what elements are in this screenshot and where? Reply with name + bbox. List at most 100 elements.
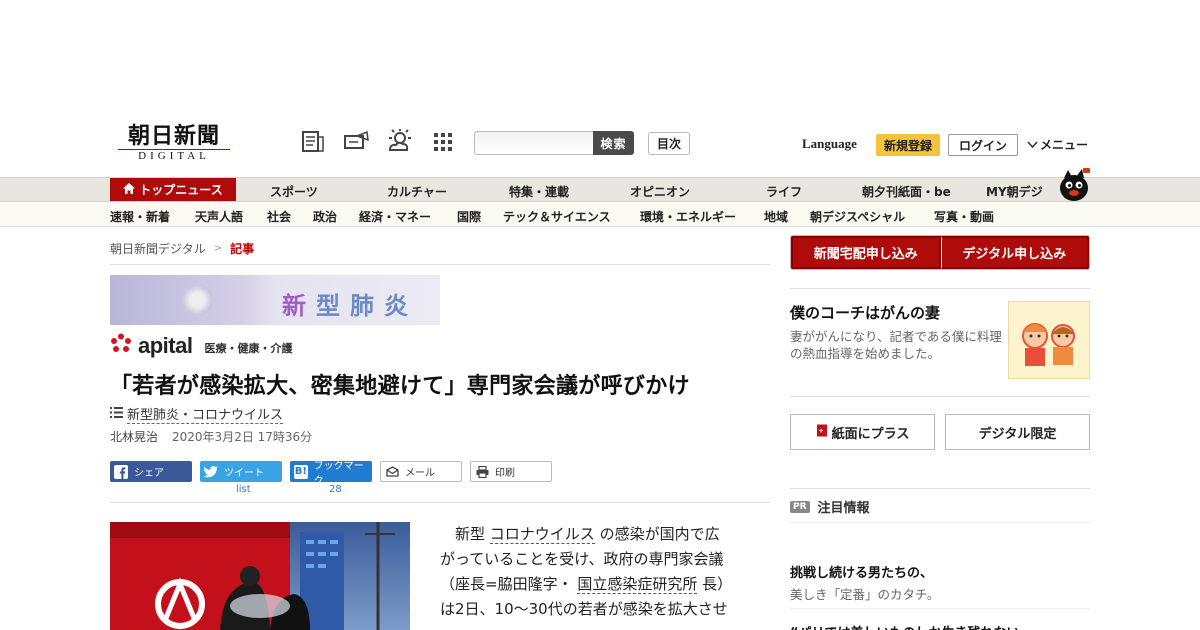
nav-item-culture[interactable]: カルチャー — [387, 183, 447, 200]
twitter-share-button[interactable]: ツイート — [200, 461, 282, 482]
login-button[interactable]: ログイン — [948, 134, 1018, 156]
nav-item-opinion[interactable]: オピニオン — [630, 183, 690, 200]
hatena-bookmark-label: ブックマーク — [313, 460, 364, 487]
subscribe-paper-button[interactable]: 新聞宅配申し込み — [791, 236, 941, 269]
apital-flower-icon — [110, 333, 132, 357]
toc-button[interactable]: 目次 — [648, 132, 690, 155]
paper-plus-button[interactable]: + 紙面にプラス — [790, 414, 935, 450]
hatena-bookmark-button[interactable]: B! ブックマーク — [290, 461, 372, 487]
menu-label: メニュー — [1040, 138, 1089, 152]
svg-text:+: + — [819, 428, 823, 435]
facebook-icon — [114, 464, 128, 479]
nav-item-sports[interactable]: スポーツ — [270, 183, 318, 200]
nav-item-features[interactable]: 特集・連載 — [509, 183, 569, 200]
article-date: 2020年3月2日 17時36分 — [172, 430, 313, 444]
nav-item-life[interactable]: ライフ — [766, 183, 802, 200]
breadcrumb-separator-icon: > — [213, 243, 223, 254]
article-author: 北林晃治 — [110, 430, 159, 444]
article-byline: 北林晃治 2020年3月2日 17時36分 — [110, 428, 312, 445]
ticket-icon[interactable] — [343, 128, 370, 155]
print-label: 印刷 — [495, 468, 515, 479]
logo-sub-text: DIGITAL — [118, 149, 230, 163]
subnav-item-photo[interactable]: 写真・動画 — [934, 208, 994, 225]
divider — [790, 396, 1090, 397]
virus-illustration-icon — [180, 283, 214, 317]
subnav-item-breaking[interactable]: 速報・新着 — [110, 208, 170, 225]
article-body: 新型 コロナウイルス の感染が国内で広 がっていることを受け、政府の専門家会議 … — [440, 522, 760, 622]
article-body-line: 新型 コロナウイルス の感染が国内で広 — [440, 525, 720, 544]
mail-icon — [385, 465, 399, 479]
hatena-bookmark-count[interactable]: 28 — [329, 484, 342, 495]
subnav-item-politics[interactable]: 政治 — [313, 208, 337, 225]
newspaper-icon[interactable] — [300, 128, 327, 155]
breadcrumb: 朝日新聞デジタル > 記事 — [110, 240, 254, 257]
menu-button[interactable]: メニュー — [1027, 136, 1088, 153]
subnav-item-society[interactable]: 社会 — [267, 208, 291, 225]
subscribe-digital-button[interactable]: デジタル申し込み — [940, 236, 1089, 269]
breadcrumb-current: 記事 — [230, 242, 255, 256]
share-bar: シェア ツイート B! ブックマーク メール 印刷 — [110, 461, 552, 487]
subnav-item-tech[interactable]: テック＆サイエンス — [503, 208, 611, 225]
subnav-item-special[interactable]: 朝デジスペシャル — [810, 208, 905, 225]
apital-logo[interactable]: apital 医療・健康・介護 — [110, 333, 292, 357]
language-link[interactable]: Language — [802, 136, 857, 152]
register-button[interactable]: 新規登録 — [876, 134, 940, 156]
nav-top-news-label: トップニュース — [139, 183, 223, 197]
chevron-down-icon — [1027, 138, 1038, 152]
subnav-item-environment[interactable]: 環境・エネルギー — [640, 208, 736, 225]
twitter-share-count[interactable]: list — [236, 484, 251, 495]
divider — [110, 264, 770, 265]
twitter-share-label: ツイート — [224, 468, 264, 479]
divider — [790, 488, 1090, 489]
printer-icon — [475, 465, 489, 479]
breadcrumb-home[interactable]: 朝日新聞デジタル — [110, 240, 206, 257]
pr-item-title[interactable]: 挑戦し続ける男たちの、 — [790, 562, 933, 581]
main-nav: トップニュース スポーツ カルチャー 特集・連載 オピニオン ライフ 朝夕刊紙面… — [0, 177, 1200, 202]
pr-heading-label: 注目情報 — [817, 501, 870, 516]
search-button[interactable]: 検索 — [593, 131, 634, 155]
article-body-line: がっていることを受け、政府の専門家会議 — [440, 550, 724, 568]
pr-badge: PR — [790, 500, 810, 513]
pr-section-heading: PR 注目情報 — [790, 497, 870, 516]
pr-item-description: 美しき「定番」のカタチ。 — [790, 587, 940, 602]
feature-illustration[interactable] — [1008, 301, 1090, 379]
digital-only-button[interactable]: デジタル限定 — [945, 414, 1090, 450]
header-icon-bar — [300, 128, 456, 155]
divider — [110, 502, 770, 503]
mail-share-label: メール — [405, 468, 435, 479]
article-headline: 「若者が感染拡大、密集地避けて」専門家会議が呼びかけ — [110, 374, 690, 399]
apital-wordmark: apital — [138, 333, 193, 358]
article-photo[interactable] — [110, 522, 410, 630]
nav-item-my-asadeji[interactable]: MY朝デジ — [986, 183, 1043, 200]
article-body-line: （座長=脇田隆字・ 国立感染症研究所 長） — [440, 575, 733, 594]
subnav-item-economy[interactable]: 経済・マネー — [359, 208, 431, 225]
facebook-share-button[interactable]: シェア — [110, 461, 192, 482]
mail-share-button[interactable]: メール — [380, 461, 462, 482]
subscribe-buttons: 新聞宅配申し込み デジタル申し込み — [790, 235, 1090, 270]
home-icon — [123, 182, 136, 197]
mascot-icon — [1056, 166, 1092, 202]
site-logo[interactable]: 朝日新聞 DIGITAL — [118, 124, 230, 163]
weather-icon[interactable] — [386, 128, 413, 155]
article-tag-link[interactable]: 新型肺炎・コロナウイルス — [127, 404, 284, 424]
feature-title[interactable]: 僕のコーチはがんの妻 — [790, 302, 940, 323]
subnav-item-region[interactable]: 地域 — [764, 208, 788, 225]
apps-grid-icon[interactable] — [429, 128, 456, 155]
plus-paper-icon: + — [816, 424, 828, 441]
print-button[interactable]: 印刷 — [470, 461, 552, 482]
nav-item-paper[interactable]: 朝夕刊紙面・be — [862, 183, 951, 200]
nav-top-news[interactable]: トップニュース — [110, 178, 236, 201]
twitter-icon — [204, 465, 218, 479]
article-term-link[interactable]: コロナウイルス — [489, 525, 595, 544]
facebook-share-label: シェア — [134, 468, 164, 479]
article-term-link[interactable]: 国立感染症研究所 — [577, 575, 698, 594]
divider — [790, 288, 1090, 289]
article-tag: 新型肺炎・コロナウイルス — [110, 404, 284, 424]
subnav-item-tensei[interactable]: 天声人語 — [195, 208, 243, 225]
logo-main-text: 朝日新聞 — [127, 123, 220, 149]
search-input[interactable] — [474, 131, 594, 155]
pr-item-title[interactable]: “パリでは美しいものしか生き残れない — [790, 622, 1020, 630]
divider — [790, 522, 1090, 523]
subnav-item-world[interactable]: 国際 — [457, 208, 481, 225]
feature-description: 妻ががんになり、記者である僕に料理の熱血指導を始めました。 — [790, 329, 1002, 361]
